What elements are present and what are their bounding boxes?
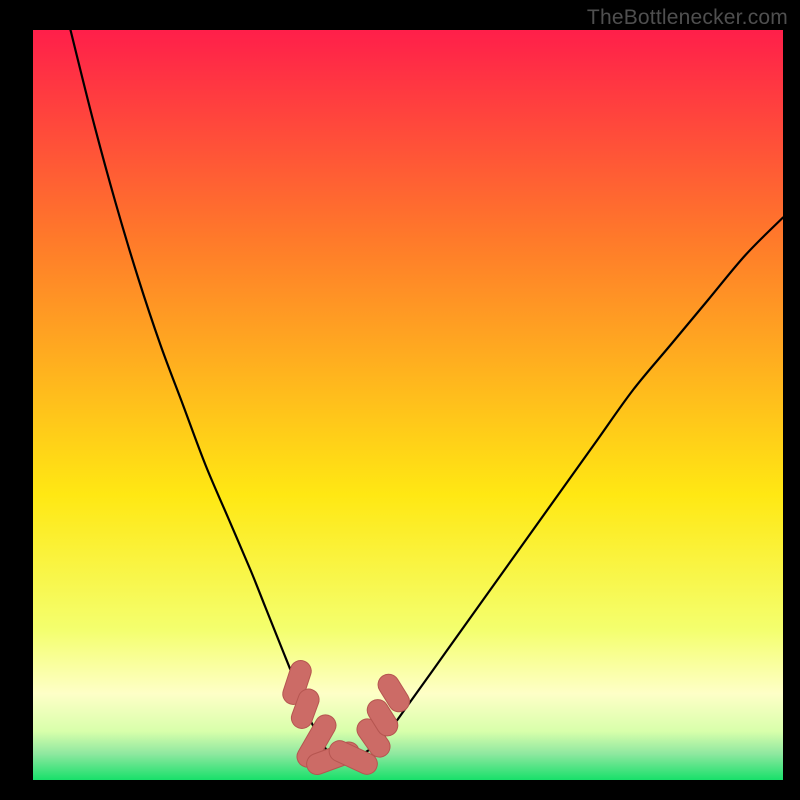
bottleneck-plot [33, 30, 783, 780]
watermark-text: TheBottlenecker.com [587, 6, 788, 30]
chart-frame: TheBottlenecker.com [0, 0, 800, 800]
plot-background [33, 30, 783, 780]
